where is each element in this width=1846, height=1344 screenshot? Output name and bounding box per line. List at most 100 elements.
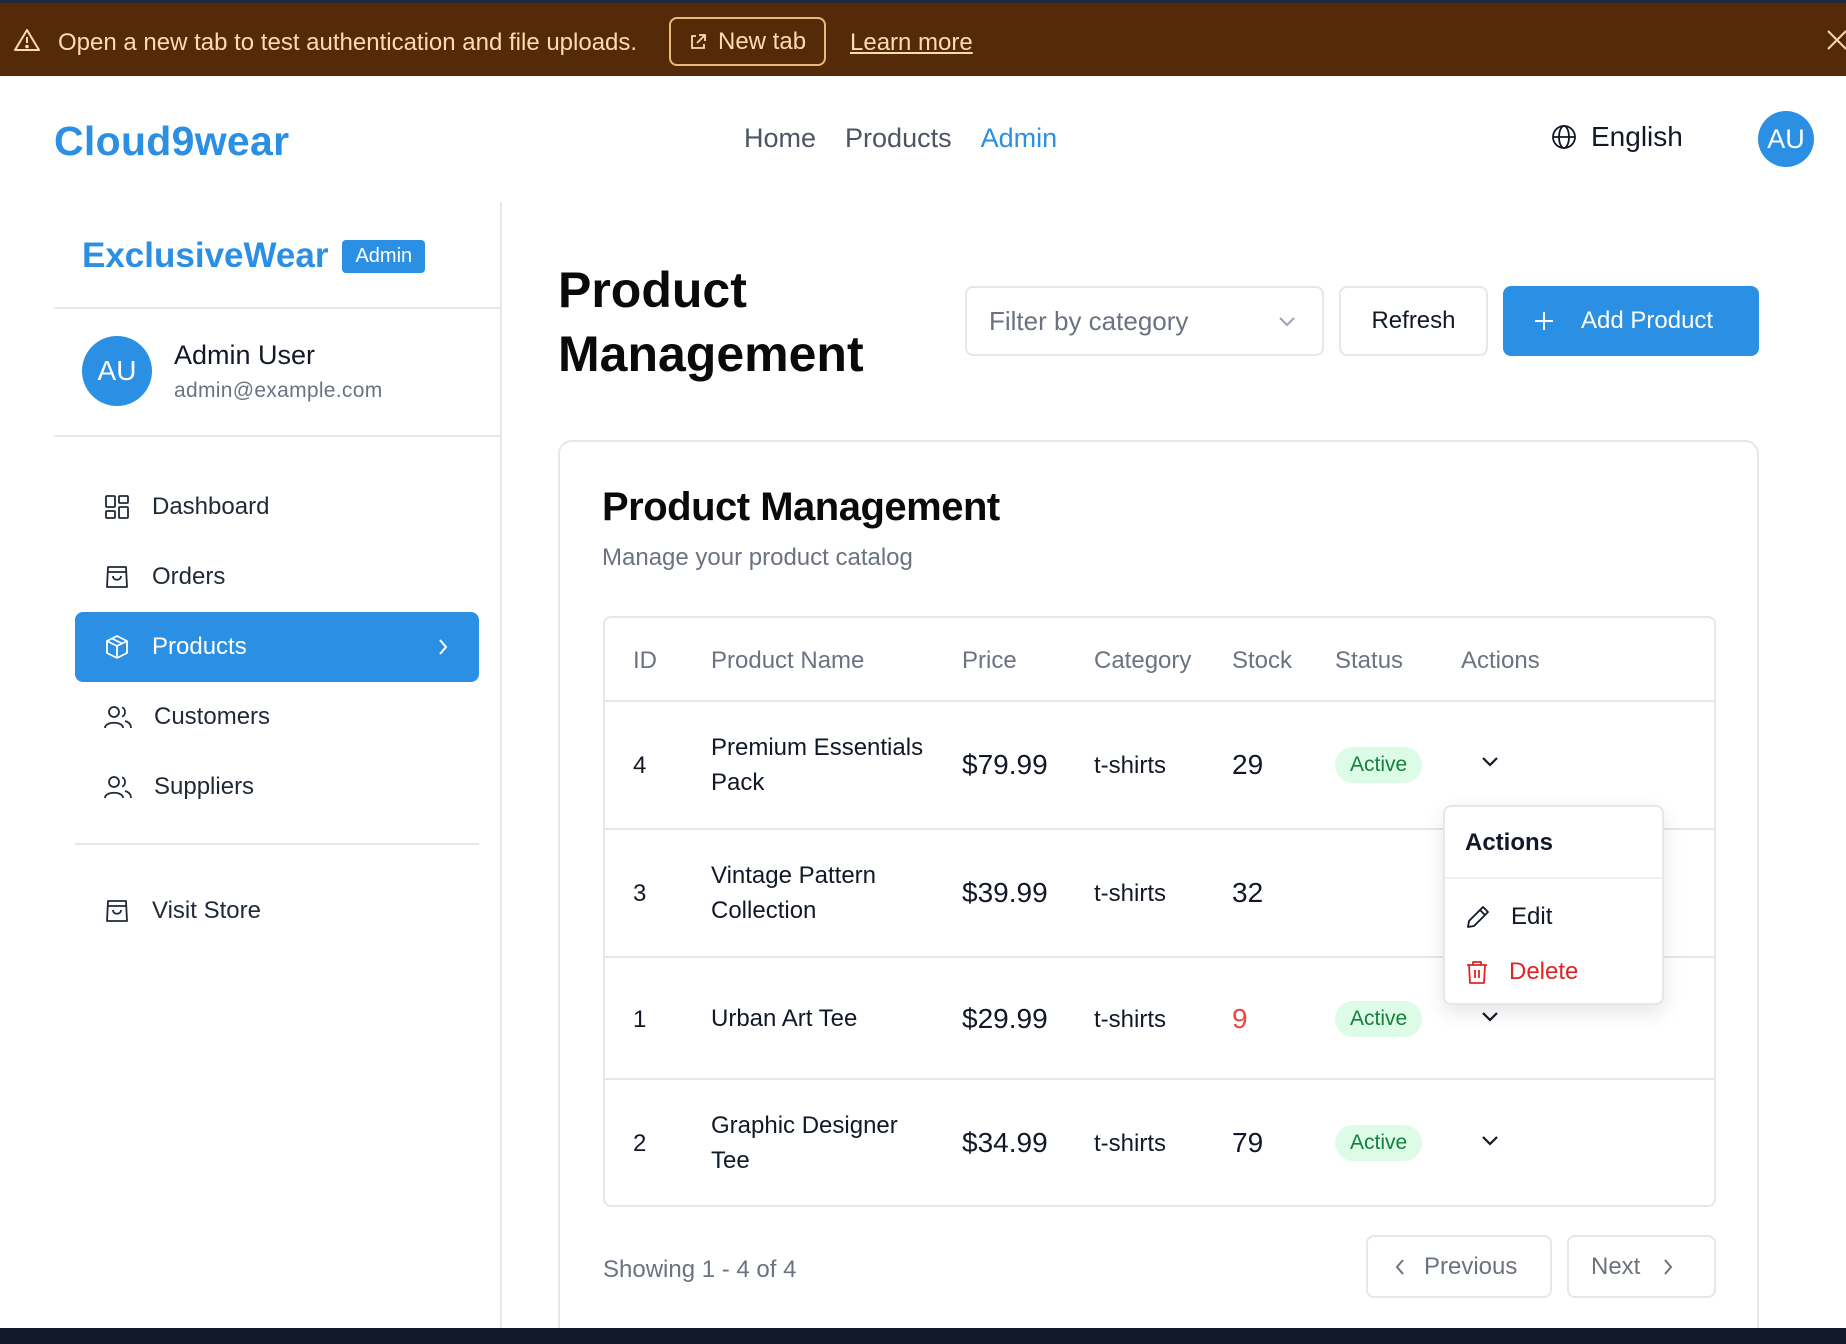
sidebar-item-label: Dashboard (152, 493, 270, 520)
status-badge: Active (1335, 747, 1423, 783)
table-header: ID Product Name Price Category Stock Sta… (605, 618, 1714, 702)
external-link-icon (688, 32, 708, 52)
cell-product-name: Graphic Designer Tee (711, 1108, 898, 1178)
cell-category: t-shirts (1094, 880, 1166, 907)
chevron-down-icon[interactable] (1481, 1135, 1499, 1147)
cell-price: $39.99 (962, 877, 1048, 908)
sidebar-item-label: Customers (154, 703, 271, 730)
cell-category: t-shirts (1094, 1130, 1166, 1157)
next-page-button[interactable]: Next (1567, 1235, 1716, 1298)
add-product-label: Add Product (1581, 307, 1714, 334)
previous-page-button[interactable]: Previous (1366, 1235, 1552, 1298)
new-tab-button[interactable]: New tab (669, 17, 826, 66)
cell-stock: 29 (1232, 749, 1264, 780)
sidebar-item-suppliers[interactable]: Suppliers (75, 752, 479, 822)
edit-menu-item[interactable]: Edit (1465, 903, 1552, 931)
add-product-button[interactable]: Add Product (1503, 286, 1759, 356)
sidebar-item-orders[interactable]: Orders (75, 542, 479, 612)
divider (54, 307, 500, 309)
cell-id: 3 (633, 880, 647, 907)
previous-label: Previous (1424, 1252, 1518, 1280)
delete-menu-item[interactable]: Delete (1465, 958, 1578, 986)
divider (1445, 877, 1662, 879)
product-name-line: Urban Art Tee (711, 1005, 858, 1032)
delete-label: Delete (1509, 958, 1579, 985)
status-badge: Active (1335, 1001, 1423, 1037)
visit-store-section: Visit Store (75, 876, 479, 946)
sidebar-user: AU Admin User admin@example.com (82, 336, 383, 406)
visit-store-label: Visit Store (152, 897, 261, 924)
admin-sidebar: ExclusiveWear Admin AU Admin User admin@… (54, 202, 502, 1344)
refresh-button[interactable]: Refresh (1339, 286, 1488, 356)
product-name-line: Tee (711, 1147, 750, 1174)
actions-dropdown-menu: Actions Edit Delete (1443, 805, 1664, 1005)
plus-icon (1533, 310, 1555, 332)
product-name-line: Vintage Pattern (711, 862, 877, 889)
cell-product-name: Premium Essentials Pack (711, 730, 923, 800)
sidebar-item-customers[interactable]: Customers (75, 682, 479, 752)
brand-name: ExclusiveWear (82, 236, 329, 275)
chevron-left-icon (1394, 1257, 1406, 1277)
pencil-icon (1465, 904, 1491, 930)
user-avatar[interactable]: AU (1758, 111, 1814, 167)
cell-id: 2 (633, 1130, 647, 1157)
product-name-line: Pack (711, 769, 765, 796)
cell-product-name: Vintage Pattern Collection (711, 858, 876, 928)
users-icon (104, 704, 132, 730)
column-header-name: Product Name (711, 647, 865, 674)
sidebar-nav: Dashboard Orders Products Customers Supp… (75, 472, 479, 822)
chevron-down-icon[interactable] (1481, 756, 1499, 768)
learn-more-link[interactable]: Learn more (850, 29, 973, 57)
edit-label: Edit (1511, 903, 1553, 930)
nav-admin[interactable]: Admin (981, 123, 1058, 154)
nav-products[interactable]: Products (845, 123, 952, 154)
filter-placeholder: Filter by category (989, 305, 1189, 336)
visit-store-link[interactable]: Visit Store (75, 876, 479, 946)
card-subtitle: Manage your product catalog (602, 544, 913, 571)
language-selector[interactable]: English (1551, 121, 1683, 153)
product-name-line: Graphic Designer (711, 1112, 898, 1139)
new-tab-label: New tab (718, 27, 807, 55)
user-email: admin@example.com (174, 378, 383, 402)
sidebar-brand: ExclusiveWear Admin (82, 236, 426, 276)
globe-icon (1551, 124, 1577, 150)
product-name-line: Premium Essentials (711, 734, 924, 761)
cell-price: $79.99 (962, 749, 1048, 780)
sidebar-item-products[interactable]: Products (75, 612, 479, 682)
cell-id: 4 (633, 752, 647, 779)
dashboard-icon (104, 494, 130, 520)
sidebar-item-label: Suppliers (154, 773, 255, 800)
nav-home[interactable]: Home (744, 123, 816, 154)
table-row: 2 Graphic Designer Tee $34.99 t-shirts 7… (605, 1080, 1714, 1205)
chevron-down-icon[interactable] (1481, 1011, 1499, 1023)
window-bottom-edge (0, 1328, 1846, 1344)
chevron-down-icon (1278, 316, 1296, 328)
status-badge: Active (1335, 1125, 1423, 1161)
sidebar-item-label: Products (152, 633, 247, 660)
site-logo[interactable]: Cloud9wear (54, 118, 289, 165)
language-label: English (1591, 121, 1683, 152)
sidebar-item-dashboard[interactable]: Dashboard (75, 472, 479, 542)
column-header-category: Category (1094, 647, 1192, 674)
close-icon[interactable] (1826, 29, 1846, 51)
column-header-price: Price (962, 647, 1017, 674)
category-filter-select[interactable]: Filter by category (965, 286, 1324, 356)
product-name-line: Collection (711, 897, 817, 924)
cell-price: $34.99 (962, 1127, 1048, 1158)
card-title: Product Management (602, 485, 1000, 529)
chevron-right-icon (436, 636, 450, 658)
column-header-stock: Stock (1232, 647, 1293, 674)
chevron-right-icon (1662, 1257, 1674, 1277)
column-header-actions: Actions (1461, 647, 1540, 674)
page-title-line: Product (558, 262, 747, 318)
user-name: Admin User (174, 339, 316, 370)
cell-stock-low: 9 (1232, 1003, 1248, 1034)
cell-stock: 79 (1232, 1127, 1264, 1158)
sidebar-item-label: Orders (152, 563, 226, 590)
admin-badge: Admin (342, 239, 426, 273)
top-header: Cloud9wear Home Products Admin English A… (0, 76, 1846, 202)
divider (54, 435, 500, 437)
top-nav: Home Products Admin (744, 123, 1057, 154)
pagination-summary: Showing 1 - 4 of 4 (603, 1256, 797, 1283)
warning-icon (14, 28, 40, 52)
